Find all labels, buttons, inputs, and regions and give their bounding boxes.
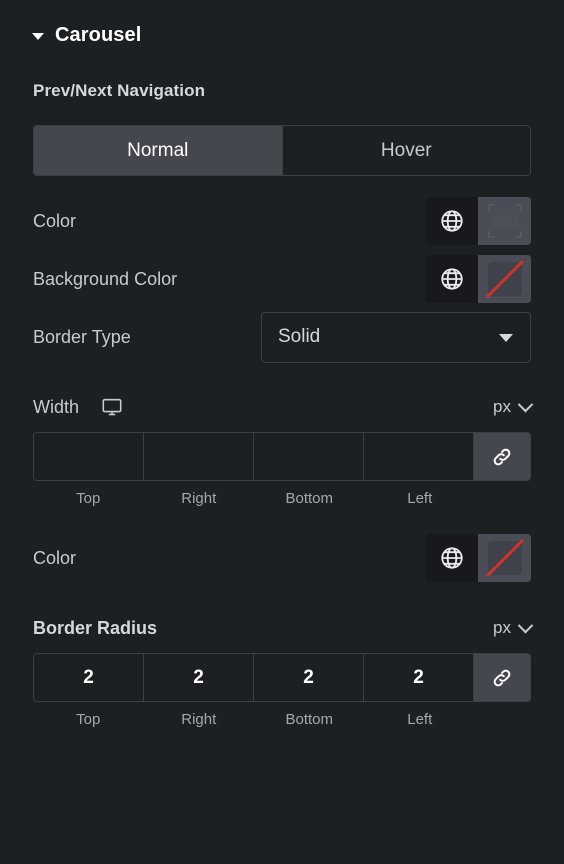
state-tabs: Normal Hover: [33, 125, 531, 176]
chevron-down-icon: [32, 32, 44, 40]
swatch-empty-indicator: [487, 204, 522, 238]
subsection-heading-prev-next-navigation: Prev/Next Navigation: [33, 81, 206, 100]
color-control-border-color: [425, 534, 531, 582]
link-icon: [493, 448, 511, 465]
row-background-color: Background Color: [0, 250, 564, 308]
transparency-checker-pattern: [492, 215, 519, 228]
section-header-carousel[interactable]: Carousel: [0, 0, 564, 48]
border-radius-right-input[interactable]: [144, 654, 254, 701]
link-icon: [493, 669, 511, 686]
label-border-color: Color: [33, 547, 77, 568]
border-radius-label-bottom: Bottom: [285, 711, 334, 728]
chevron-down-icon: [517, 617, 534, 633]
tab-normal[interactable]: Normal: [34, 126, 282, 175]
border-radius-unit-select[interactable]: px: [493, 617, 534, 638]
label-color: Color: [33, 210, 77, 231]
width-label-bottom: Bottom: [285, 490, 334, 507]
width-header: Width px: [0, 382, 564, 432]
width-label-right: Right: [181, 490, 217, 507]
width-label-left: Left: [407, 490, 433, 507]
color-control-background-color: [425, 255, 531, 303]
color-swatch-border-color[interactable]: [478, 534, 531, 582]
width-link-values-button[interactable]: [474, 433, 530, 480]
row-border-color: Color: [0, 529, 564, 587]
width-side-labels: Top Right Bottom Left: [33, 481, 531, 507]
color-control-color: [425, 197, 531, 245]
chevron-down-icon: [517, 396, 534, 412]
width-right-input[interactable]: [144, 433, 254, 480]
swatch-no-color-indicator: [485, 538, 524, 578]
border-radius-unit-label: px: [493, 618, 511, 637]
border-radius-label-right: Right: [181, 711, 217, 728]
row-border-type: Border Type Solid: [0, 308, 564, 366]
page-title: Carousel: [55, 23, 142, 46]
width-unit-select[interactable]: px: [493, 396, 534, 417]
border-radius-side-labels: Top Right Bottom Left: [33, 702, 531, 728]
border-radius-label-left: Left: [407, 711, 433, 728]
color-swatch-background-color[interactable]: [478, 255, 531, 303]
desktop-icon[interactable]: [101, 396, 123, 418]
width-top-input[interactable]: [34, 433, 144, 480]
border-type-select[interactable]: Solid: [261, 311, 531, 363]
color-swatch-color[interactable]: [478, 197, 531, 245]
row-color: Color: [0, 192, 564, 250]
border-radius-label-top: Top: [76, 711, 101, 728]
labels-spacer: [475, 490, 531, 507]
border-radius-bottom-input[interactable]: [254, 654, 364, 701]
border-radius-left-input[interactable]: [364, 654, 474, 701]
label-background-color: Background Color: [33, 268, 178, 289]
no-color-slash-icon: [485, 259, 524, 299]
globe-icon[interactable]: [425, 534, 478, 582]
labels-spacer: [475, 711, 531, 728]
label-width: Width: [33, 396, 80, 417]
width-label-top: Top: [76, 490, 101, 507]
tab-hover[interactable]: Hover: [281, 126, 530, 175]
border-radius-header: Border Radius px: [0, 603, 564, 653]
label-border-radius: Border Radius: [33, 617, 158, 638]
swatch-no-color-indicator: [485, 259, 524, 299]
border-radius-top-input[interactable]: [34, 654, 144, 701]
width-input-group: [33, 432, 531, 481]
carousel-settings-panel: Carousel Prev/Next Navigation Normal Hov…: [0, 0, 564, 864]
border-radius-input-group: [33, 653, 531, 702]
no-color-slash-icon: [485, 538, 524, 578]
label-border-type: Border Type: [33, 326, 131, 347]
width-unit-label: px: [493, 397, 511, 416]
border-type-select-wrapper: Solid: [261, 311, 531, 363]
width-bottom-input[interactable]: [254, 433, 364, 480]
globe-icon[interactable]: [425, 197, 478, 245]
globe-icon[interactable]: [425, 255, 478, 303]
width-left-input[interactable]: [364, 433, 474, 480]
border-radius-link-values-button[interactable]: [474, 654, 530, 701]
